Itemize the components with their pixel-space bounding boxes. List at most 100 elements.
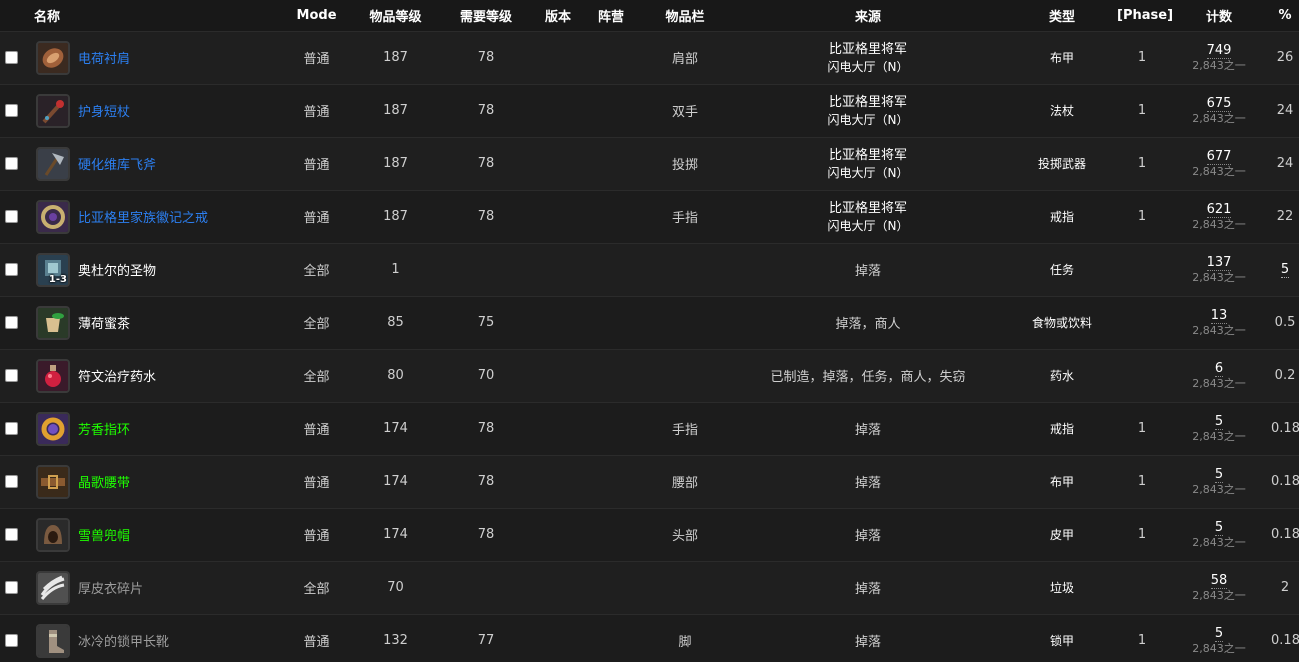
signet-ring-icon[interactable]	[36, 199, 70, 234]
col-header-item-level[interactable]: 物品等级	[354, 0, 437, 31]
type-cell[interactable]: 法杖	[1007, 84, 1117, 137]
row-checkbox[interactable]	[5, 316, 18, 329]
row-checkbox[interactable]	[5, 157, 18, 170]
item-name-link[interactable]: 芳香指环	[78, 419, 130, 438]
item-name-link[interactable]: 比亚格里家族徽记之戒	[78, 207, 208, 226]
tea-icon[interactable]	[36, 305, 70, 340]
relic-icon[interactable]: 1-3	[36, 252, 70, 287]
drop-count: 137	[1206, 254, 1232, 271]
potion-icon[interactable]	[36, 358, 70, 393]
version-cell	[535, 508, 581, 561]
type-cell[interactable]: 戒指	[1007, 402, 1117, 455]
col-header-source[interactable]: 来源	[729, 0, 1007, 31]
source-npc[interactable]: 比亚格里将军	[729, 147, 1007, 165]
item-name-cell: 雪兽兜帽	[36, 508, 279, 561]
source-zone[interactable]: 闪电大厅（N）	[729, 59, 1007, 75]
percent-cell: 0.18	[1271, 402, 1299, 455]
faction-cell	[581, 455, 641, 508]
item-name-link[interactable]: 冰冷的锁甲长靴	[78, 631, 169, 650]
table-row[interactable]: 符文治疗药水 全部 80 70 已制造，掉落，任务，商人，失窃 药水 6 2,843之一 0.2	[0, 349, 1299, 402]
table-row[interactable]: 晶歌腰带 普通 174 78 腰部 掉落 布甲 1 5 2,843之一 0.18	[0, 455, 1299, 508]
row-checkbox[interactable]	[5, 528, 18, 541]
table-row[interactable]: 比亚格里家族徽记之戒 普通 187 78 手指 比亚格里将军 闪电大厅（N） 戒指 1 621 2,…	[0, 190, 1299, 243]
item-name-link[interactable]: 厚皮衣碎片	[78, 578, 143, 597]
row-checkbox[interactable]	[5, 475, 18, 488]
drop-total: 2,843之一	[1192, 217, 1246, 231]
slot-cell	[641, 296, 729, 349]
table-row[interactable]: 厚皮衣碎片 全部 70 掉落 垃圾 58 2,843之一 2	[0, 561, 1299, 614]
type-cell[interactable]: 布甲	[1007, 455, 1117, 508]
type-cell[interactable]: 皮甲	[1007, 508, 1117, 561]
drop-total: 2,843之一	[1192, 376, 1246, 390]
table-row[interactable]: 芳香指环 普通 174 78 手指 掉落 戒指 1 5 2,843之一 0.18	[0, 402, 1299, 455]
col-header-type[interactable]: 类型	[1007, 0, 1117, 31]
item-name-link[interactable]: 电荷衬肩	[78, 48, 130, 67]
source-npc[interactable]: 比亚格里将军	[729, 200, 1007, 218]
item-name-link[interactable]: 护身短杖	[78, 101, 130, 120]
hide-scrap-icon[interactable]	[36, 570, 70, 605]
row-checkbox[interactable]	[5, 581, 18, 594]
row-checkbox[interactable]	[5, 210, 18, 223]
item-name-link[interactable]: 奥杜尔的圣物	[78, 260, 156, 279]
ring-icon[interactable]	[36, 411, 70, 446]
type-cell[interactable]: 布甲	[1007, 31, 1117, 84]
type-cell[interactable]: 食物或饮料	[1007, 296, 1117, 349]
belt-icon[interactable]	[36, 464, 70, 499]
phase-cell	[1117, 349, 1167, 402]
shoulder-armor-icon[interactable]	[36, 40, 70, 75]
col-header-faction[interactable]: 阵营	[581, 0, 641, 31]
percent-cell: 24	[1271, 84, 1299, 137]
source-zone[interactable]: 闪电大厅（N）	[729, 112, 1007, 128]
col-header-percent[interactable]: %	[1271, 0, 1299, 31]
table-row[interactable]: 电荷衬肩 普通 187 78 肩部 比亚格里将军 闪电大厅（N） 布甲 1 749 2,843之一 2…	[0, 31, 1299, 84]
col-header-req-level[interactable]: 需要等级	[437, 0, 535, 31]
type-cell[interactable]: 垃圾	[1007, 561, 1117, 614]
col-header-mode[interactable]: Mode	[279, 0, 354, 31]
drop-percent: 0.5	[1274, 315, 1296, 330]
row-checkbox[interactable]	[5, 422, 18, 435]
table-row[interactable]: 硬化维库飞斧 普通 187 78 投掷 比亚格里将军 闪电大厅（N） 投掷武器 1 677 2,84…	[0, 137, 1299, 190]
version-cell	[535, 243, 581, 296]
col-header-version[interactable]: 版本	[535, 0, 581, 31]
col-header-phase[interactable]: [Phase]	[1117, 0, 1173, 31]
row-checkbox[interactable]	[5, 104, 18, 117]
boots-icon[interactable]	[36, 623, 70, 658]
table-row[interactable]: 雪兽兜帽 普通 174 78 头部 掉落 皮甲 1 5 2,843之一 0.18	[0, 508, 1299, 561]
type-cell[interactable]: 锁甲	[1007, 614, 1117, 662]
item-name-link[interactable]: 硬化维库飞斧	[78, 154, 156, 173]
type-cell[interactable]: 药水	[1007, 349, 1117, 402]
col-header-name[interactable]: 名称	[0, 0, 279, 31]
source-npc[interactable]: 比亚格里将军	[729, 41, 1007, 59]
item-name-link[interactable]: 薄荷蜜茶	[78, 313, 130, 332]
item-name-link[interactable]: 符文治疗药水	[78, 366, 156, 385]
table-row[interactable]: 1-3 奥杜尔的圣物 全部 1 掉落 任务 137 2,843之一 5	[0, 243, 1299, 296]
row-checkbox[interactable]	[5, 369, 18, 382]
type-cell[interactable]: 戒指	[1007, 190, 1117, 243]
item-name-link[interactable]: 雪兽兜帽	[78, 525, 130, 544]
count-cell: 6 2,843之一	[1167, 349, 1271, 402]
source-zone[interactable]: 闪电大厅（N）	[729, 165, 1007, 181]
item-name-link[interactable]: 晶歌腰带	[78, 472, 130, 491]
row-checkbox[interactable]	[5, 634, 18, 648]
item-name-cell: 电荷衬肩	[36, 31, 279, 84]
table-row[interactable]: 冰冷的锁甲长靴 普通 132 77 脚掉落 锁甲 1 5 2,843之一 0.18	[0, 614, 1299, 662]
col-header-count[interactable]: 计数	[1167, 0, 1271, 31]
row-checkbox[interactable]	[5, 51, 18, 64]
table-row[interactable]: 薄荷蜜茶 全部 85 75 掉落，商人 食物或饮料 13 2,843之一 0.5	[0, 296, 1299, 349]
table-row[interactable]: 护身短杖 普通 187 78 双手 比亚格里将军 闪电大厅（N） 法杖 1 675 2,843之一 2…	[0, 84, 1299, 137]
source-zone[interactable]: 闪电大厅（N）	[729, 218, 1007, 234]
count-cell: 677 2,843之一	[1167, 137, 1271, 190]
row-checkbox[interactable]	[5, 263, 18, 276]
hood-icon[interactable]	[36, 517, 70, 552]
drop-count: 5	[1214, 625, 1224, 642]
staff-icon[interactable]	[36, 93, 70, 128]
type-cell[interactable]: 任务	[1007, 243, 1117, 296]
slot-cell: 头部	[672, 529, 699, 544]
drop-percent: 0.18	[1271, 421, 1299, 436]
type-cell[interactable]: 投掷武器	[1007, 137, 1117, 190]
drop-count: 5	[1214, 466, 1224, 483]
col-header-slot[interactable]: 物品栏	[641, 0, 729, 31]
source-text: 已制造，掉落，任务，商人，失窃	[770, 370, 966, 385]
source-npc[interactable]: 比亚格里将军	[729, 94, 1007, 112]
throwing-axe-icon[interactable]	[36, 146, 70, 181]
